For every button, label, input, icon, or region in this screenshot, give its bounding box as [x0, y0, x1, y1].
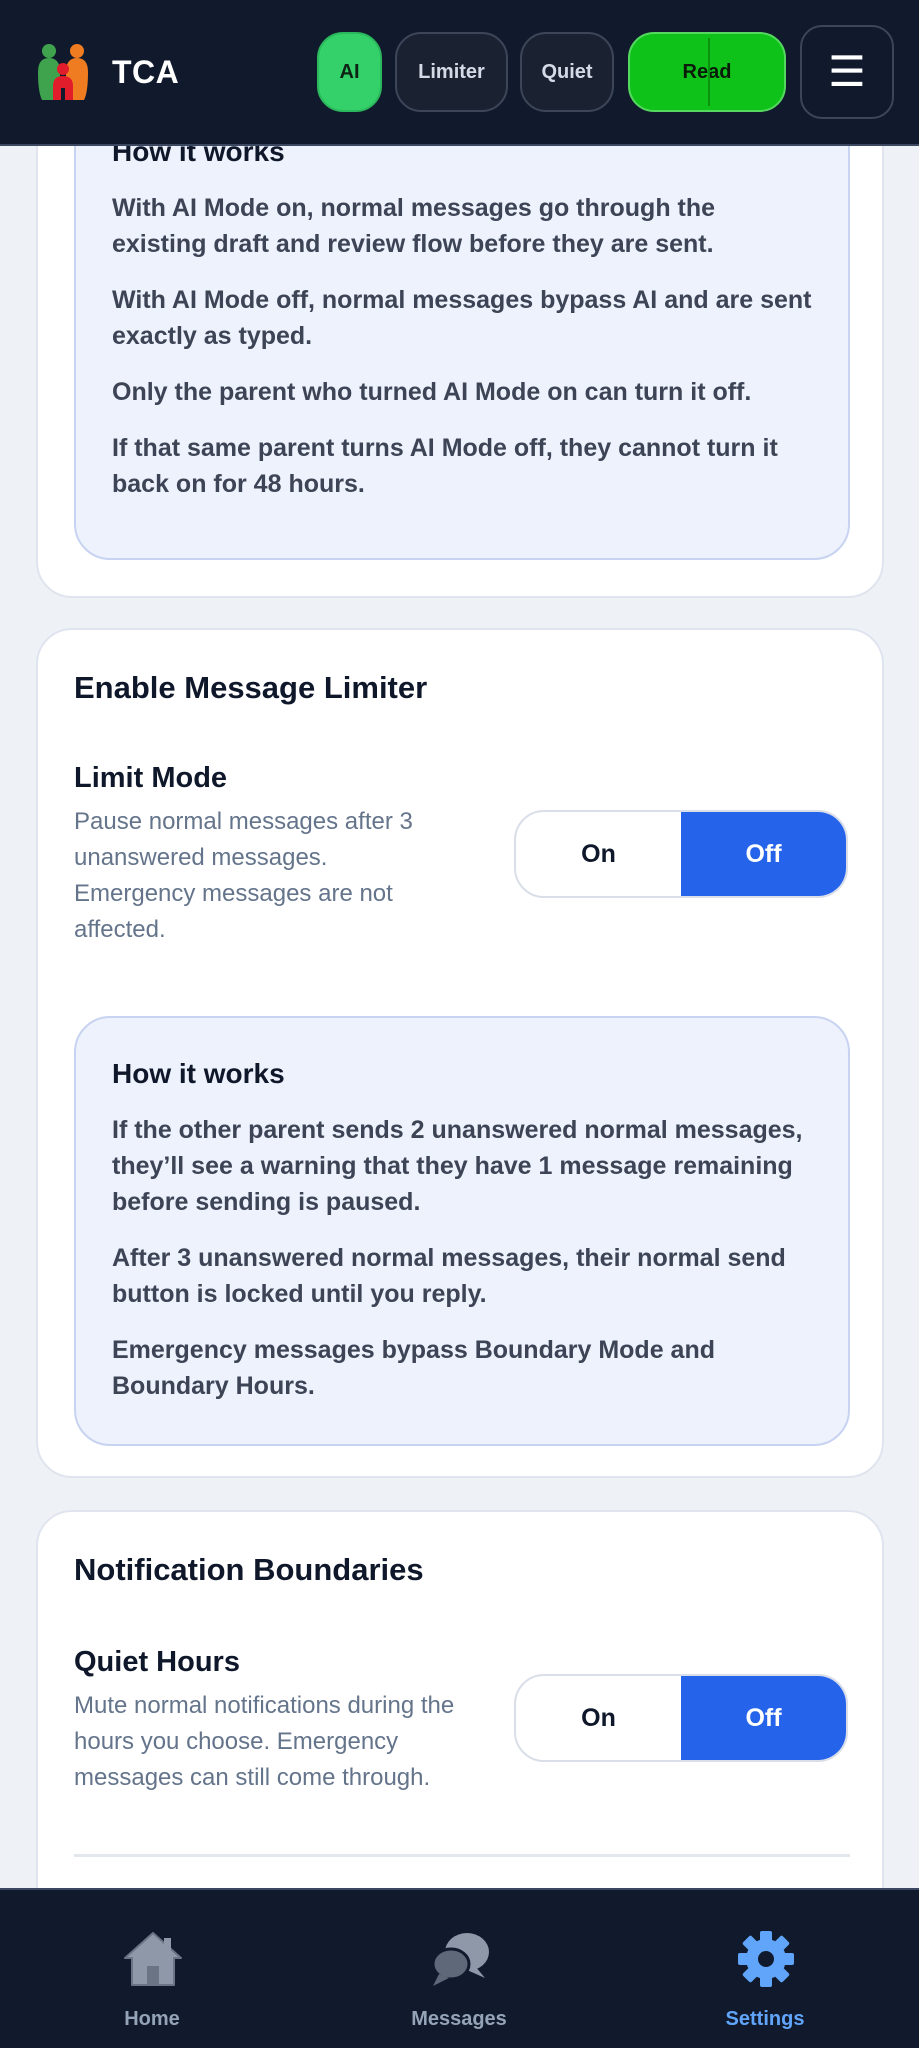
limiter-how-paragraph: Emergency messages bypass Boundary Mode … — [112, 1336, 715, 1400]
brand[interactable]: TCA — [36, 42, 179, 102]
limit-mode-off-option[interactable]: Off — [681, 812, 846, 896]
home-icon — [124, 1932, 182, 1986]
bottom-navigation: Home Messages Settings — [0, 1888, 919, 2048]
read-pill-divider — [708, 38, 710, 106]
ai-mode-card: How it works With AI Mode on, normal mes… — [36, 82, 884, 598]
ai-how-paragraph: Only the parent who turned AI Mode on ca… — [112, 378, 752, 406]
section-divider — [74, 1854, 850, 1857]
limiter-how-it-works-box: How it works If the other parent sends 2… — [74, 1016, 850, 1446]
nav-label-home: Home — [124, 2008, 180, 2030]
ai-mode-pill[interactable]: AI — [317, 32, 382, 112]
quiet-hours-off-option[interactable]: Off — [681, 1676, 846, 1760]
limit-mode-on-option[interactable]: On — [516, 812, 681, 896]
nav-item-settings[interactable]: Settings — [665, 1890, 865, 2048]
hamburger-icon: ☰ — [828, 48, 866, 95]
nav-item-messages[interactable]: Messages — [359, 1890, 559, 2048]
nav-label-messages: Messages — [411, 2008, 507, 2030]
chat-bubbles-icon — [431, 1933, 489, 1986]
ai-how-paragraph: If that same parent turns AI Mode off, t… — [112, 434, 778, 498]
ai-how-paragraph: With AI Mode on, normal messages go thro… — [112, 194, 716, 258]
limiter-pill[interactable]: Limiter — [395, 32, 508, 112]
nav-item-home[interactable]: Home — [52, 1890, 252, 2048]
read-pill[interactable]: Read — [628, 32, 786, 112]
card-title: Notification Boundaries — [74, 1552, 424, 1587]
quiet-hours-description: Mute normal notifications during the hou… — [74, 1692, 455, 1791]
app-name: TCA — [112, 53, 180, 90]
quiet-hours-toggle: On Off — [514, 1674, 848, 1762]
quiet-hours-on-option[interactable]: On — [516, 1676, 681, 1760]
card-title: Enable Message Limiter — [74, 670, 428, 705]
top-header: TCA AI Limiter Quiet Read ☰ — [0, 0, 919, 146]
limit-mode-toggle: On Off — [514, 810, 848, 898]
ai-how-paragraph: With AI Mode off, normal messages bypass… — [112, 286, 812, 350]
gear-icon — [738, 1931, 794, 1987]
nav-label-settings: Settings — [725, 2008, 805, 2030]
read-pill-label: Read — [682, 60, 732, 83]
limiter-how-paragraph: After 3 unanswered normal messages, thei… — [112, 1244, 786, 1308]
message-limiter-card: Enable Message Limiter Limit Mode Pause … — [36, 628, 884, 1478]
ai-how-it-works-box: How it works With AI Mode on, normal mes… — [74, 82, 850, 560]
limit-mode-description: Pause normal messages after 3 unanswered… — [74, 808, 413, 943]
limiter-how-paragraph: If the other parent sends 2 unanswered n… — [112, 1116, 803, 1216]
quiet-pill[interactable]: Quiet — [520, 32, 614, 112]
limit-mode-title: Limit Mode — [74, 762, 228, 794]
limiter-how-it-works-title: How it works — [112, 1058, 285, 1089]
menu-button[interactable]: ☰ — [800, 25, 894, 119]
family-logo-icon — [38, 44, 88, 100]
quiet-hours-title: Quiet Hours — [74, 1646, 240, 1678]
